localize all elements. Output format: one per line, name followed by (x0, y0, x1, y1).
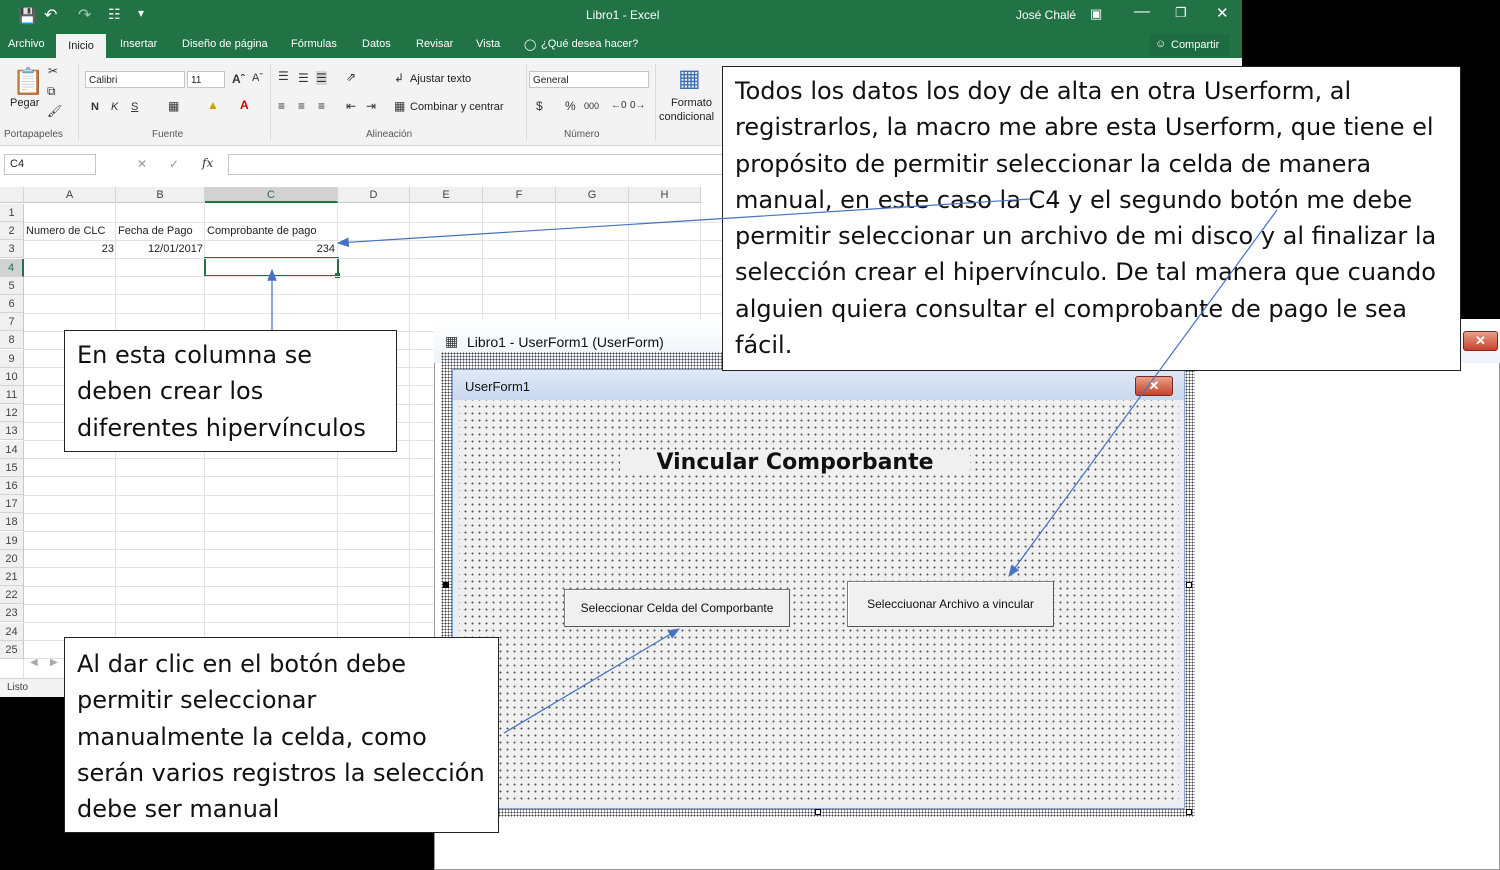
annotation-arrows (267, 198, 1278, 734)
arrow-to-cell-button (503, 628, 681, 734)
arrow-to-file-button (1008, 209, 1278, 577)
arrow-to-c3 (336, 198, 1031, 248)
